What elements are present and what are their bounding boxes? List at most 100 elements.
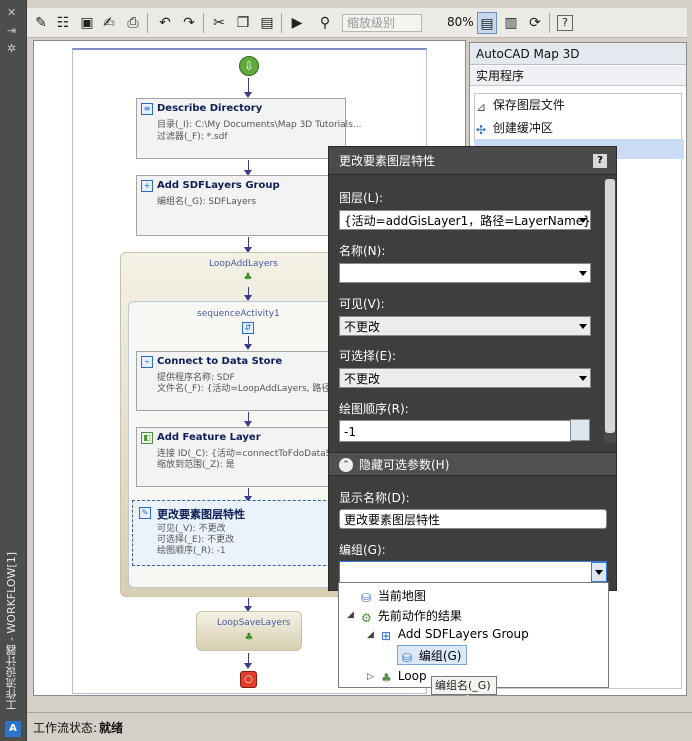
connector-arrow bbox=[244, 78, 252, 98]
panel-item-save-layer-file[interactable]: ⊿ 保存图层文件 bbox=[476, 96, 565, 114]
window-vertical-title: 工作流设计器 - WORKFLOW[1] bbox=[5, 552, 18, 711]
connector-arrow bbox=[244, 237, 252, 253]
connector-arrow bbox=[244, 488, 252, 502]
panel-icon[interactable]: ▥ bbox=[501, 12, 521, 34]
redo-icon[interactable]: ↷ bbox=[179, 12, 199, 34]
group-select[interactable] bbox=[339, 561, 607, 583]
connector-arrow bbox=[244, 412, 252, 427]
paste-icon[interactable]: ▤ bbox=[257, 12, 277, 34]
draworder-value: -1 bbox=[344, 425, 356, 439]
activity-icon: ≡ bbox=[141, 103, 153, 115]
tree-item-label: 先前动作的结果 bbox=[377, 609, 462, 623]
end-icon: ○ bbox=[240, 671, 257, 688]
layer-label: 图层(L): bbox=[339, 191, 384, 205]
activity-title: 更改要素图层特性 bbox=[157, 508, 245, 521]
connector-arrow bbox=[244, 653, 252, 669]
loop-icon: ♣ bbox=[244, 632, 254, 643]
activity-param: 绘图顺序(_R): -1 bbox=[157, 546, 226, 556]
loop-save-layers[interactable]: LoopSaveLayers bbox=[196, 611, 302, 651]
hide-optional-label: 隐藏可选参数(H) bbox=[359, 458, 450, 472]
activity-param: 过滤器(_F): *.sdf bbox=[157, 132, 228, 142]
selectable-label: 可选择(E): bbox=[339, 349, 396, 363]
group-icon: + bbox=[141, 180, 153, 192]
display-name-input[interactable]: 更改要素图层特性 bbox=[339, 509, 607, 529]
status-label: 工作流状态: bbox=[33, 721, 98, 735]
cut-icon[interactable]: ✂ bbox=[209, 12, 229, 34]
visible-label: 可见(V): bbox=[339, 297, 385, 311]
expand-toggle[interactable]: ▷ bbox=[367, 672, 374, 682]
toolbar: ✎ ☷ ▣ ✍ ⎙ ↶ ↷ ✂ ❐ ▤ ▶ ⚲ 缩放级别 80% ▤ ▥ ⟳ ? bbox=[27, 8, 687, 38]
visible-select[interactable]: 不更改 bbox=[339, 316, 591, 336]
tree-item-loop[interactable]: ♣ Loop bbox=[381, 669, 427, 685]
undo-icon[interactable]: ↶ bbox=[155, 12, 175, 34]
autocad-icon: A bbox=[5, 721, 21, 737]
draworder-spinner[interactable] bbox=[570, 419, 590, 441]
dialog-title: 更改要素图层特性 bbox=[329, 147, 616, 175]
activity-add-sdflayers-group[interactable]: + Add SDFLayers Group 编组名(_G): SDFLayers bbox=[136, 175, 346, 236]
tree-item-label: 当前地图 bbox=[377, 589, 426, 603]
zoom-fit-icon[interactable] bbox=[449, 12, 469, 34]
zoom-tool-icon[interactable]: ⚲ bbox=[315, 12, 335, 34]
copy-icon[interactable]: ❐ bbox=[233, 12, 253, 34]
tree-item-label: Loop bbox=[397, 669, 427, 683]
tree-item-label: Add SDFLayers Group bbox=[397, 627, 529, 641]
layer-select[interactable]: {活动=addGisLayer1，路径=LayerName} bbox=[339, 210, 591, 230]
draworder-input[interactable]: -1 bbox=[339, 420, 571, 442]
chevron-down-icon bbox=[579, 218, 587, 223]
layout-icon[interactable]: ▤ bbox=[477, 12, 497, 34]
dock-icon[interactable]: ⇥ bbox=[7, 24, 16, 37]
print-icon[interactable]: ⎙ bbox=[123, 12, 143, 34]
hide-optional-toggle[interactable]: ⌃ 隐藏可选参数(H) bbox=[329, 452, 616, 476]
name-label: 名称(N): bbox=[339, 244, 386, 258]
group-dropdown-button[interactable] bbox=[591, 562, 607, 582]
dialog-scrollbar[interactable] bbox=[604, 179, 616, 443]
sequence-icon: ⇵ bbox=[242, 322, 254, 334]
start-icon: ⇩ bbox=[239, 56, 259, 76]
separator bbox=[147, 13, 148, 33]
close-icon[interactable]: ✕ bbox=[7, 6, 16, 19]
group-label: 编组(G): bbox=[339, 543, 386, 557]
save-icon[interactable]: ▣ bbox=[77, 12, 97, 34]
expand-toggle[interactable]: ◢ bbox=[367, 630, 374, 640]
tree-item-current-map[interactable]: ⛁ 当前地图 bbox=[361, 587, 426, 605]
visible-value: 不更改 bbox=[344, 320, 381, 334]
results-icon: ⚙ bbox=[361, 610, 372, 625]
edit-icon[interactable]: ✍ bbox=[99, 12, 119, 34]
panel-header: AutoCAD Map 3D bbox=[470, 43, 686, 65]
activity-change-layer-properties[interactable]: ✎ 更改要素图层特性 可见(_V): 不更改 可选择(_E): 不更改 绘图顺序… bbox=[132, 500, 346, 566]
activity-connect-data-store[interactable]: ⌁ Connect to Data Store 提供程序名称: SDF 文件名(… bbox=[136, 351, 347, 411]
display-name-label: 显示名称(D): bbox=[339, 491, 410, 505]
open-workflow-icon[interactable]: ☷ bbox=[53, 12, 73, 34]
chevron-down-icon bbox=[579, 271, 587, 276]
group-icon: ⊞ bbox=[381, 628, 392, 643]
scrollbar-thumb[interactable] bbox=[605, 179, 615, 433]
tree-item-group-selected[interactable]: ⛁ 编组(G) bbox=[397, 645, 467, 665]
help-icon[interactable]: ? bbox=[593, 154, 607, 168]
palette-title-strip: ✕ ⇥ ✲ 工作流设计器 - WORKFLOW[1] A bbox=[0, 0, 27, 741]
expand-toggle[interactable]: ◢ bbox=[347, 610, 354, 620]
settings-icon[interactable]: ✲ bbox=[7, 42, 16, 55]
panel-category[interactable]: 实用程序 bbox=[470, 66, 686, 86]
zoom-level-input[interactable]: 缩放级别 bbox=[342, 14, 422, 32]
new-workflow-icon[interactable]: ✎ bbox=[31, 12, 51, 34]
status-bar: 工作流状态: 就绪 bbox=[27, 712, 692, 741]
activity-title: Describe Directory bbox=[157, 103, 263, 114]
selectable-value: 不更改 bbox=[344, 372, 381, 386]
buffer-icon: ✣ bbox=[476, 122, 487, 137]
help-icon[interactable]: ? bbox=[557, 15, 573, 31]
name-select[interactable] bbox=[339, 263, 591, 283]
panel-item-label: 保存图层文件 bbox=[492, 98, 565, 112]
separator bbox=[203, 13, 204, 33]
display-name-value: 更改要素图层特性 bbox=[344, 513, 441, 527]
activity-add-feature-layer[interactable]: ◧ Add Feature Layer 连接 ID(_C): {活动=conne… bbox=[136, 427, 349, 487]
activity-describe-directory[interactable]: ≡ Describe Directory 目录(_I): C:\My Docum… bbox=[136, 98, 361, 159]
save-layer-icon: ⊿ bbox=[476, 99, 487, 114]
tree-item-previous-results[interactable]: ⚙ 先前动作的结果 bbox=[361, 607, 462, 625]
run-workflow-icon[interactable]: ▶ bbox=[287, 12, 307, 34]
selectable-select[interactable]: 不更改 bbox=[339, 368, 591, 388]
refresh-icon[interactable]: ⟳ bbox=[525, 12, 545, 34]
panel-item-create-buffer[interactable]: ✣ 创建缓冲区 bbox=[476, 119, 553, 137]
loop-icon: ♣ bbox=[381, 670, 392, 685]
chevron-down-icon bbox=[579, 376, 587, 381]
tree-item-add-sdflayers-group[interactable]: ⊞ Add SDFLayers Group bbox=[381, 627, 529, 643]
